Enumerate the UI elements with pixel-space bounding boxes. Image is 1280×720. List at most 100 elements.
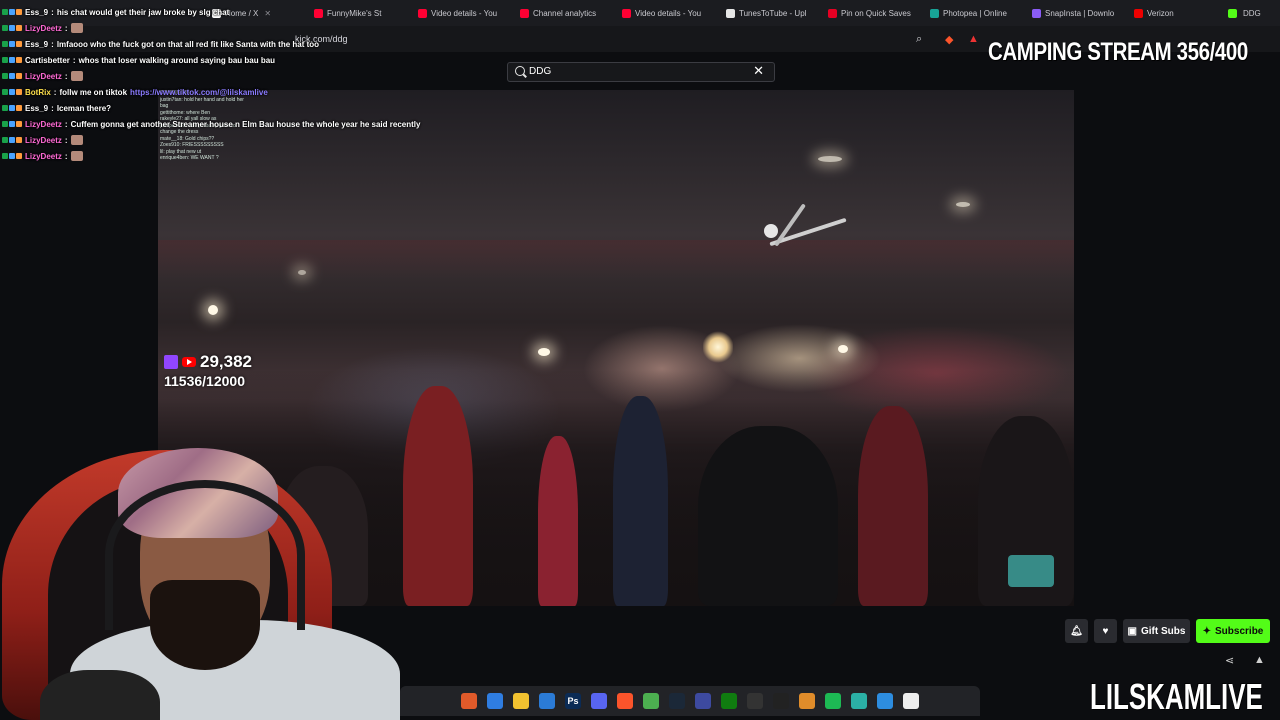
sub-goal: 11536/12000 bbox=[164, 373, 245, 389]
badge-icon bbox=[2, 153, 8, 159]
browser-tab[interactable]: Photopea | Online bbox=[930, 4, 1007, 22]
badge-icon bbox=[16, 121, 22, 127]
badge-icon bbox=[2, 137, 8, 143]
chat-username[interactable]: Ess_9 bbox=[25, 8, 48, 17]
browser-tab[interactable]: Video details - You bbox=[622, 4, 701, 22]
badge-icon bbox=[2, 57, 8, 63]
chat-username[interactable]: LizyDeetz bbox=[25, 72, 62, 81]
shield-icon[interactable] bbox=[799, 693, 815, 709]
ceiling bbox=[158, 240, 1074, 280]
tab-label: Pin on Quick Saves bbox=[841, 8, 911, 18]
capcut-icon[interactable] bbox=[773, 693, 789, 709]
badge-icon bbox=[2, 9, 8, 15]
browser-tab[interactable]: Verizon bbox=[1134, 4, 1174, 22]
follow-button[interactable]: ♥ bbox=[1094, 619, 1117, 643]
paint-icon[interactable] bbox=[461, 693, 477, 709]
store-icon[interactable] bbox=[539, 693, 555, 709]
app-icon[interactable] bbox=[695, 693, 711, 709]
active-tab[interactable]: DDG bbox=[1228, 4, 1261, 22]
microphone bbox=[40, 670, 160, 720]
tab-label: Channel analytics bbox=[533, 8, 597, 18]
badge-icon bbox=[2, 89, 8, 95]
chandelier bbox=[703, 330, 733, 364]
browser-tab[interactable]: Channel analytics bbox=[520, 4, 596, 22]
report-icon[interactable]: ▲ bbox=[1254, 654, 1265, 666]
notes-icon[interactable] bbox=[851, 693, 867, 709]
tab-label: Photopea | Online bbox=[943, 8, 1007, 18]
tab-favicon-icon bbox=[828, 8, 837, 18]
brave-icon[interactable] bbox=[617, 693, 633, 709]
search-bar[interactable]: DDG ✕ bbox=[507, 62, 775, 82]
chat-badges bbox=[2, 9, 22, 15]
badge-icon bbox=[2, 105, 8, 111]
chat-link[interactable]: https://www.tiktok.com/@lilskamlive bbox=[130, 88, 268, 97]
emote-icon bbox=[70, 151, 83, 161]
search-icon[interactable]: ⌕ bbox=[916, 33, 922, 46]
warning-icon[interactable]: ▲ bbox=[968, 33, 979, 45]
badge-icon bbox=[9, 89, 15, 95]
chat-separator: : bbox=[72, 55, 76, 65]
taskbar: Ps bbox=[400, 686, 980, 716]
chat-separator: : bbox=[64, 71, 68, 81]
person-red-dress bbox=[403, 386, 473, 606]
tab-label: Verizon bbox=[1147, 8, 1174, 18]
badge-icon bbox=[16, 153, 22, 159]
chat-username[interactable]: Cartisbetter bbox=[25, 56, 70, 65]
tab-label: SnapInsta | Downlo bbox=[1045, 8, 1115, 18]
chat-separator: : bbox=[53, 87, 57, 97]
folder-icon[interactable] bbox=[513, 693, 529, 709]
chat-badges bbox=[2, 41, 22, 47]
photoshop-icon[interactable]: Ps bbox=[565, 693, 581, 709]
close-icon[interactable]: ✕ bbox=[753, 63, 764, 79]
tab-favicon-icon bbox=[726, 8, 735, 18]
badge-icon bbox=[16, 41, 22, 47]
xbox-icon[interactable] bbox=[721, 693, 737, 709]
tab-label: TunesToTube - Upl bbox=[739, 8, 807, 18]
tab-label: Video details - You bbox=[431, 8, 498, 18]
badge-icon bbox=[9, 9, 15, 15]
youtube-icon bbox=[182, 357, 196, 367]
browser-tab[interactable]: Pin on Quick Saves bbox=[828, 4, 911, 22]
spotify-icon[interactable] bbox=[825, 693, 841, 709]
stream-title: CAMPING STREAM 356/400 bbox=[988, 38, 1248, 66]
photos-icon[interactable] bbox=[877, 693, 893, 709]
browser-tab[interactable]: TunesToTube - Upl bbox=[726, 4, 806, 22]
share-icon[interactable]: ⋖ bbox=[1225, 654, 1234, 667]
chat-message: LizyDeetz: Cuffem gonna get another Strea… bbox=[2, 118, 420, 130]
close-tab-icon[interactable]: ✕ bbox=[264, 9, 271, 18]
browser-tab[interactable]: FunnyMike's St bbox=[314, 4, 381, 22]
obs-icon[interactable] bbox=[747, 693, 763, 709]
badge-icon bbox=[2, 41, 8, 47]
browser-tab[interactable]: SnapInsta | Downlo bbox=[1032, 4, 1114, 22]
ceiling-light bbox=[956, 202, 970, 207]
chat-username[interactable]: BotRix bbox=[25, 88, 51, 97]
chat-text: his chat would get their jaw broke by sl… bbox=[56, 7, 230, 17]
badge-icon bbox=[2, 121, 8, 127]
chat-username[interactable]: Ess_9 bbox=[25, 104, 48, 113]
chat-badges bbox=[2, 137, 22, 143]
search-input[interactable]: DDG bbox=[529, 66, 551, 77]
chat-username[interactable]: Ess_9 bbox=[25, 40, 48, 49]
edge-icon[interactable] bbox=[487, 693, 503, 709]
ceiling-light bbox=[538, 348, 550, 356]
chat-username[interactable]: LizyDeetz bbox=[25, 120, 62, 129]
headset bbox=[105, 480, 305, 630]
gift-subs-button[interactable]: ▣ Gift Subs bbox=[1123, 619, 1190, 643]
subscribe-button[interactable]: ✦ Subscribe bbox=[1196, 619, 1270, 643]
chat-username[interactable]: LizyDeetz bbox=[25, 136, 62, 145]
discord-icon[interactable] bbox=[591, 693, 607, 709]
steam-icon[interactable] bbox=[669, 693, 685, 709]
chrome-icon[interactable] bbox=[643, 693, 659, 709]
notification-button[interactable]: 🔔︎ bbox=[1065, 619, 1088, 643]
tab-label: Home / X bbox=[225, 8, 259, 18]
brave-shield-icon[interactable]: ◆ bbox=[945, 33, 953, 46]
tab-label: Video details - You bbox=[635, 8, 702, 18]
chat-separator: : bbox=[64, 23, 68, 33]
browser-tab[interactable]: Video details - You bbox=[418, 4, 497, 22]
chat-username[interactable]: LizyDeetz bbox=[25, 152, 62, 161]
person bbox=[698, 426, 838, 606]
badge-icon bbox=[16, 9, 22, 15]
file-icon[interactable] bbox=[903, 693, 919, 709]
chat-badges bbox=[2, 25, 22, 31]
chat-username[interactable]: LizyDeetz bbox=[25, 24, 62, 33]
